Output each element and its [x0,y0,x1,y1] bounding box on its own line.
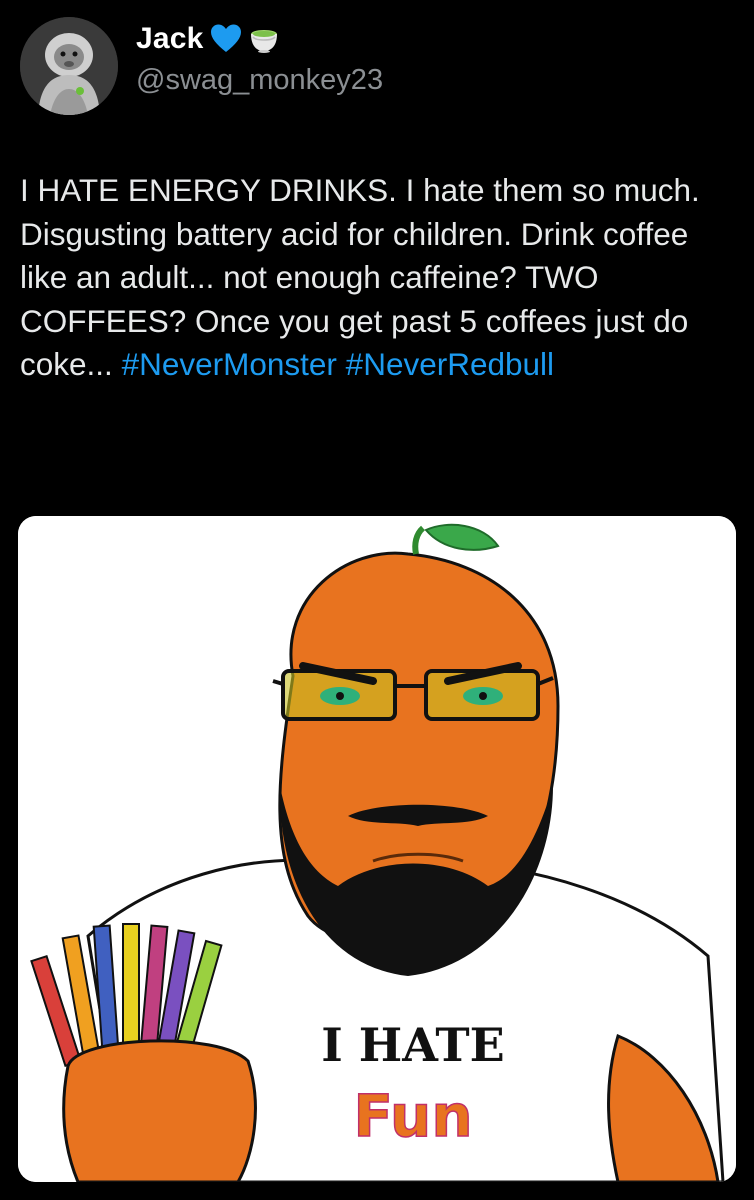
avatar[interactable] [20,17,118,115]
tweet-text: I HATE ENERGY DRINKS. I hate them so muc… [20,169,730,387]
hashtag-nevermonster[interactable]: #NeverMonster [122,346,337,382]
meme-illustration: I HATE Fun [18,516,736,1182]
blue-heart-icon [210,23,242,55]
matcha-tea-icon [248,23,280,55]
shirt-text-line1: I HATE [321,1018,504,1072]
monkey-avatar-icon [20,17,118,115]
tweet-media-image[interactable]: I HATE Fun [18,516,736,1182]
hashtag-neverredbull[interactable]: #NeverRedbull [346,346,554,382]
display-name[interactable]: Jack [136,22,204,56]
shirt-text-line2: Fun [353,1082,472,1150]
user-handle[interactable]: @swag_monkey23 [136,64,383,97]
author-name-row[interactable]: Jack [136,19,280,59]
